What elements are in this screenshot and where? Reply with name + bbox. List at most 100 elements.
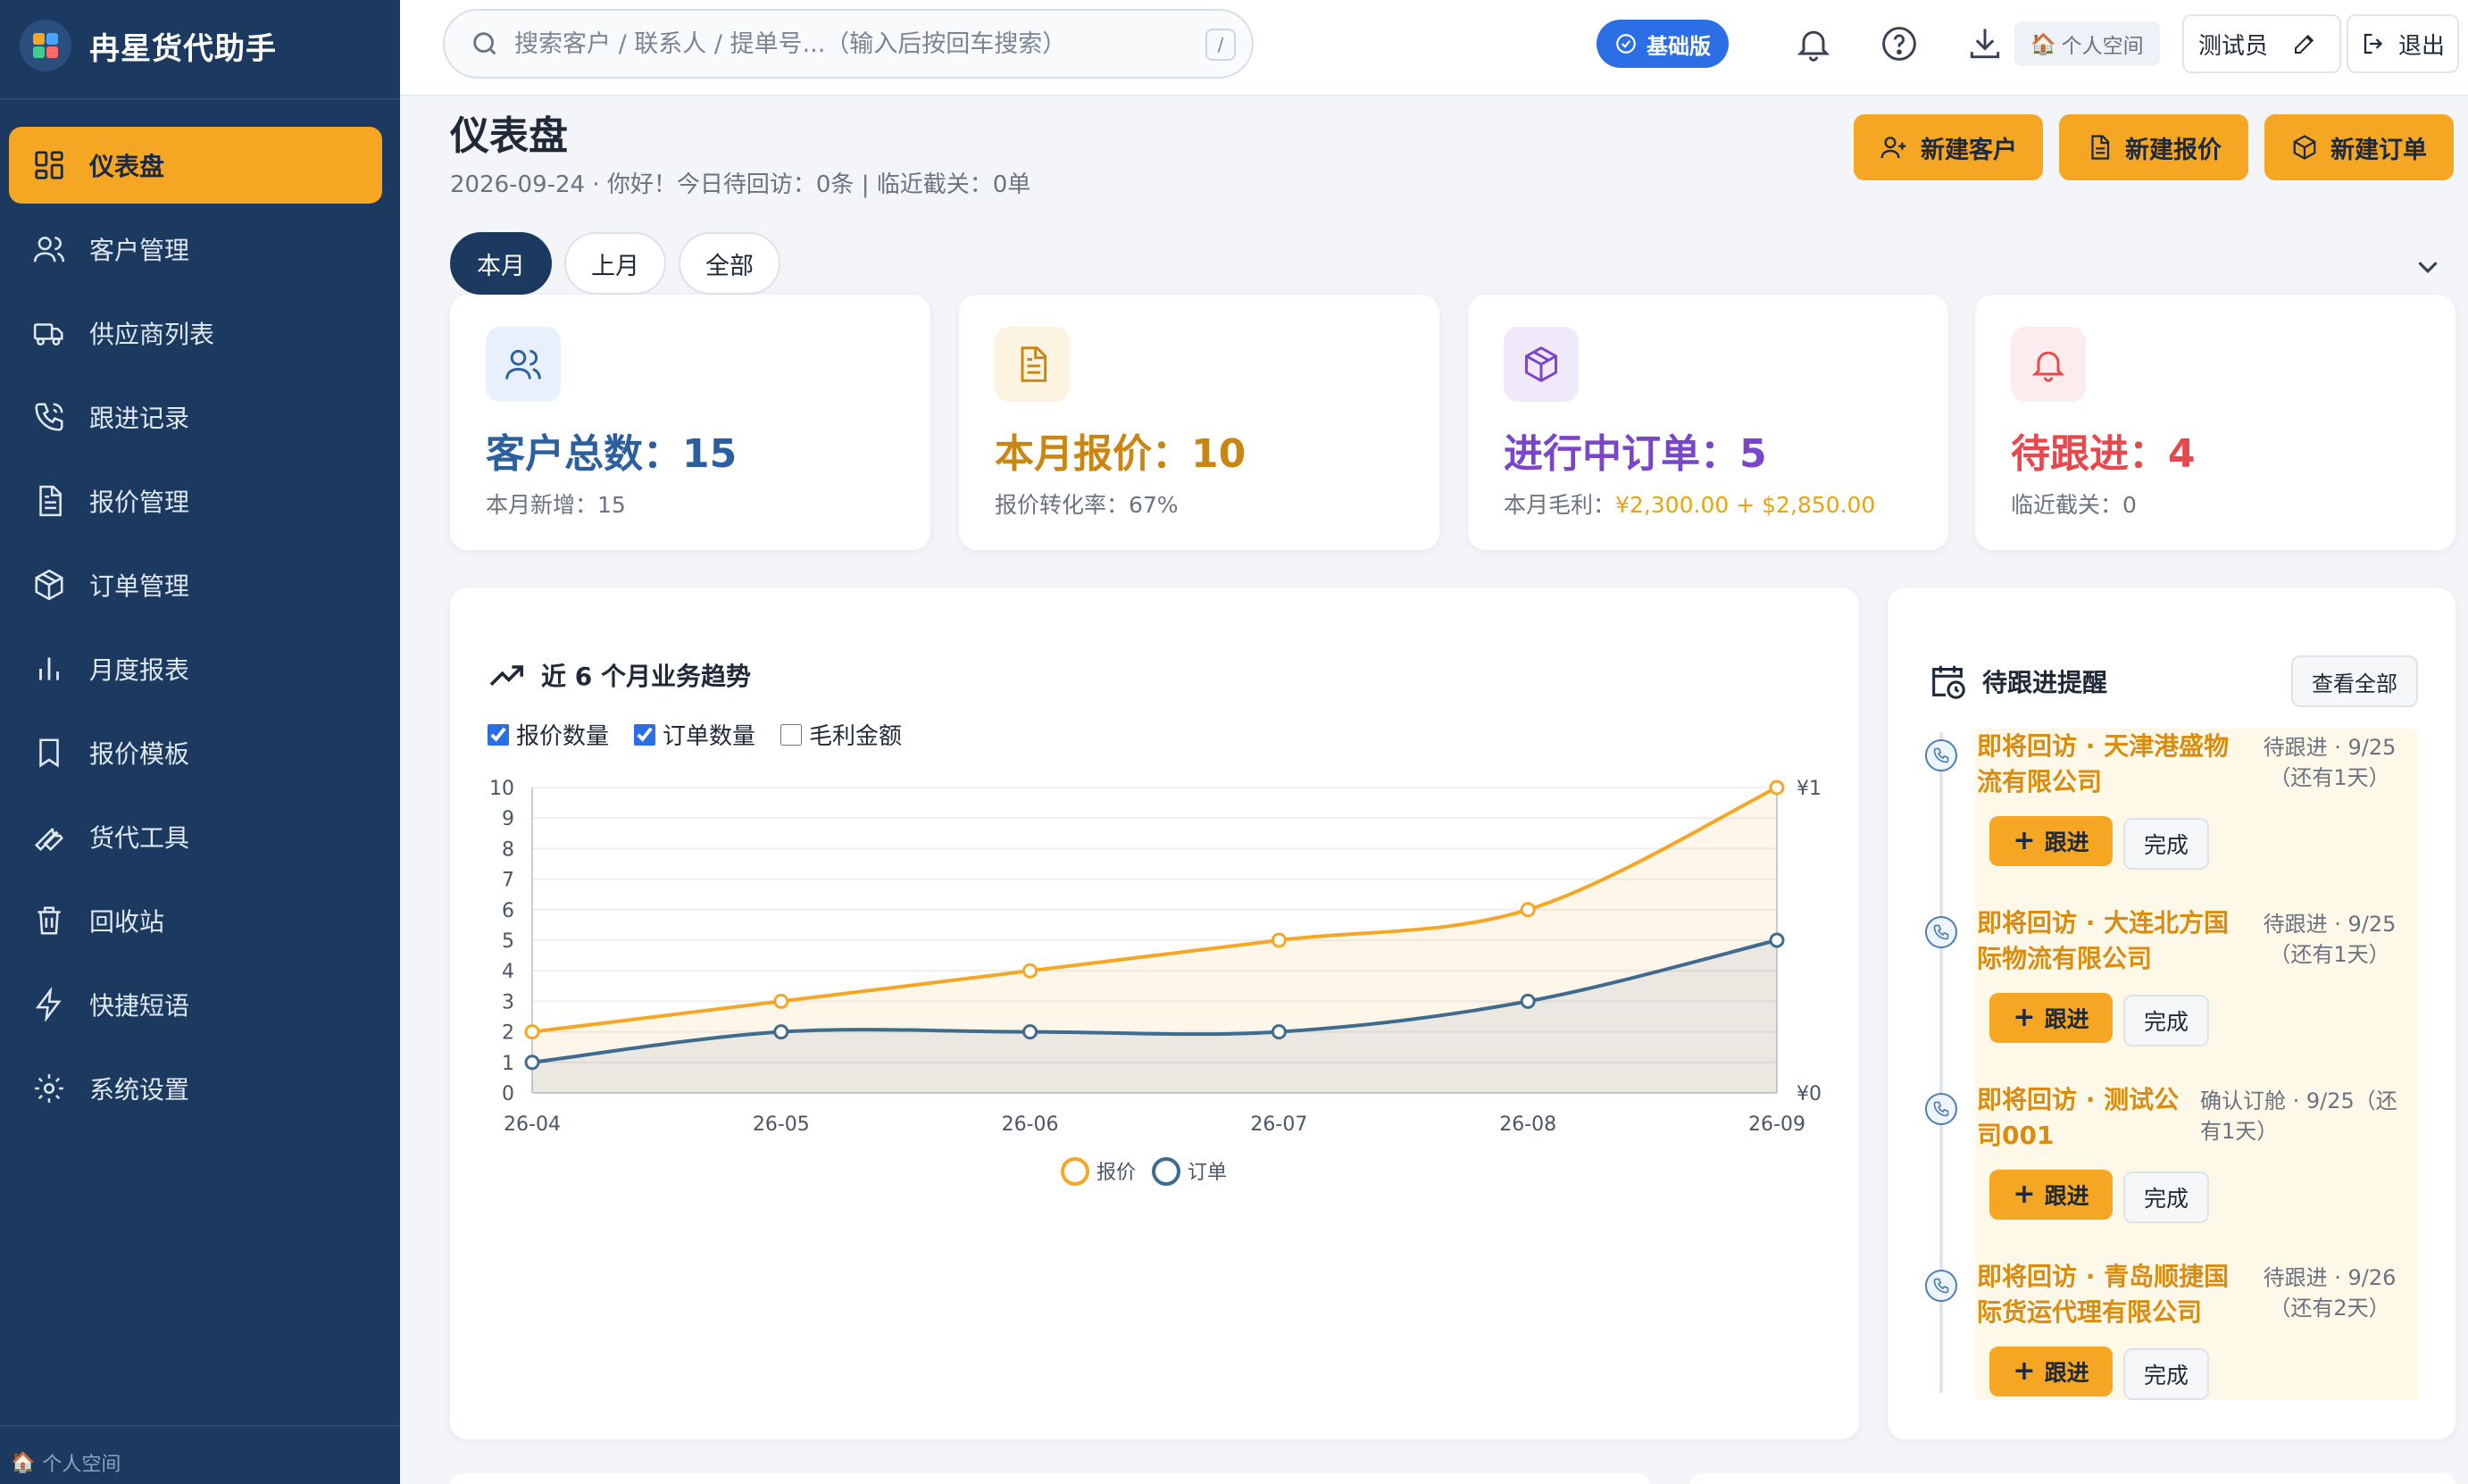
kpi-value: 待跟进：4 <box>2011 431 2196 477</box>
sidebar-item-followups[interactable]: 跟进记录 <box>9 379 382 455</box>
sidebar-item-templates[interactable]: 报价模板 <box>9 714 382 791</box>
view-all-button[interactable]: 查看全部 <box>2291 655 2418 707</box>
kpi-card-customers[interactable]: 客户总数：15 本月新增：15 <box>450 295 930 550</box>
reminder-status: 待跟进 · 9/25（还有1天） <box>2263 912 2397 967</box>
follow-up-button[interactable]: + 跟进 <box>1989 1170 2113 1220</box>
kpi-value: 客户总数：15 <box>486 431 738 477</box>
next-card-edge <box>450 1473 1650 1484</box>
pencil-icon[interactable] <box>2291 30 2318 57</box>
kpi-sub: 本月新增：15 <box>486 492 626 518</box>
bar-chart-icon <box>39 657 59 680</box>
data-point <box>1520 902 1536 918</box>
sidebar-item-settings[interactable]: 系统设置 <box>9 1050 382 1127</box>
kpi-card-quotes[interactable]: 本月报价：10 报价转化率：67% <box>959 295 1439 550</box>
x-tick-label: 26-07 <box>1250 1113 1307 1136</box>
complete-button[interactable]: 完成 <box>2123 1348 2209 1400</box>
sidebar-item-trash[interactable]: 回收站 <box>9 882 382 959</box>
complete-button[interactable]: 完成 <box>2123 818 2209 870</box>
phone-icon <box>1925 1270 1957 1302</box>
x-tick-label: 26-09 <box>1748 1113 1805 1136</box>
new-quote-button[interactable]: 新建报价 <box>2059 114 2248 180</box>
help-icon <box>1882 27 1916 61</box>
kpi-card-orders[interactable]: 进行中订单：5 本月毛利：¥2,300.00 + $2,850.00 <box>1468 295 1948 550</box>
reminder-name[interactable]: 即将回访 · 天津港盛物流有限公司 <box>1977 729 2236 800</box>
y2-tick-label: ¥1 <box>1797 778 1822 800</box>
wrench-icon <box>34 828 63 852</box>
divider <box>0 1425 400 1427</box>
trash-icon <box>38 906 61 935</box>
reminder-status: 确认订舱 · 9/25（还有1天） <box>2200 1088 2397 1144</box>
user-plus-icon <box>1880 137 1906 159</box>
page-subtitle: 2026-09-24 · 你好！今日待回访：0条 | 临近截关：0单 <box>450 171 1031 198</box>
complete-button[interactable]: 完成 <box>2123 1171 2209 1223</box>
new-customer-button[interactable]: 新建客户 <box>1854 114 2043 180</box>
y-tick-label: 10 <box>489 778 514 800</box>
bookmark-icon <box>39 738 59 768</box>
sidebar-item-phrases[interactable]: 快捷短语 <box>9 966 382 1043</box>
help-button[interactable] <box>1877 21 1922 66</box>
sidebar-item-quotes[interactable]: 报价管理 <box>9 463 382 539</box>
kpi-sub-highlight: ¥2,300.00 + $2,850.00 <box>1615 492 1876 518</box>
calendar-clock-icon <box>1932 665 1965 699</box>
sidebar-item-suppliers[interactable]: 供应商列表 <box>9 295 382 371</box>
gear-icon <box>35 1074 63 1103</box>
sidebar-item-label: 快捷短语 <box>89 991 190 1021</box>
sidebar-item-monthly-report[interactable]: 月度报表 <box>9 630 382 707</box>
sidebar-footer-space[interactable]: 🏠 个人空间 <box>11 1448 121 1477</box>
search-input[interactable] <box>514 29 1211 58</box>
user-box[interactable]: 测试员 <box>2182 14 2341 73</box>
bell-icon <box>1797 30 1830 62</box>
bolt-icon <box>35 988 62 1021</box>
new-order-label: 新建订单 <box>2330 136 2427 164</box>
reminder-name[interactable]: 即将回访 · 青岛顺捷国际货运代理有限公司 <box>1977 1259 2236 1330</box>
download-icon <box>1970 29 2000 59</box>
search-icon <box>473 32 496 55</box>
tab-last-month[interactable]: 上月 <box>564 232 666 295</box>
data-point <box>773 993 789 1009</box>
follow-up-label: 跟进 <box>2044 1006 2089 1032</box>
bell-icon <box>2011 327 2086 402</box>
complete-button[interactable]: 完成 <box>2123 995 2209 1046</box>
reminder-status: 待跟进 · 9/26（还有2天） <box>2263 1265 2397 1321</box>
follow-up-button[interactable]: + 跟进 <box>1989 816 2113 866</box>
tab-all[interactable]: 全部 <box>679 232 780 295</box>
new-order-button[interactable]: 新建订单 <box>2264 114 2454 180</box>
kpi-value: 进行中订单：5 <box>1504 431 1767 477</box>
sidebar-item-customers[interactable]: 客户管理 <box>9 211 382 288</box>
reminder-name[interactable]: 即将回访 · 测试公司001 <box>1977 1082 2191 1154</box>
logout-button[interactable]: 退出 <box>2347 14 2459 73</box>
sidebar-item-tools[interactable]: 货代工具 <box>9 798 382 875</box>
chevron-down-icon[interactable] <box>2411 250 2445 284</box>
y-tick-label: 4 <box>502 961 514 983</box>
legend-label: 订单 <box>1188 1162 1227 1184</box>
reminder-item: 即将回访 · 青岛顺捷国际货运代理有限公司 待跟进 · 9/26（还有2天） +… <box>1888 1259 2455 1438</box>
sidebar-item-orders[interactable]: 订单管理 <box>9 546 382 623</box>
x-tick-label: 26-05 <box>753 1113 810 1136</box>
follow-up-button[interactable]: + 跟进 <box>1989 993 2113 1043</box>
box-icon <box>2293 135 2316 160</box>
y-tick-label: 1 <box>502 1053 514 1075</box>
brand[interactable]: 冉星货代助手 <box>20 16 277 75</box>
sidebar-item-label: 客户管理 <box>89 236 190 265</box>
data-point <box>1520 993 1536 1009</box>
tab-this-month[interactable]: 本月 <box>450 232 552 295</box>
follow-up-button[interactable]: + 跟进 <box>1989 1346 2113 1396</box>
reminder-item: 即将回访 · 天津港盛物流有限公司 待跟进 · 9/25（还有1天） + 跟进 完… <box>1888 729 2455 907</box>
new-quote-label: 新建报价 <box>2125 136 2222 164</box>
notifications-button[interactable] <box>1791 21 1836 66</box>
personal-space-label: 个人空间 <box>2061 35 2144 58</box>
reminder-title: 待跟进提醒 <box>1927 661 2107 702</box>
search-shortcut-hint: / <box>1205 29 1236 61</box>
download-button[interactable] <box>1963 21 2007 66</box>
plan-badge[interactable]: 基础版 <box>1597 20 1729 68</box>
plus-icon: + <box>2013 825 2036 856</box>
kpi-card-pending[interactable]: 待跟进：4 临近截关：0 <box>1975 295 2455 550</box>
data-point <box>1769 780 1785 796</box>
y-tick-label: 3 <box>502 991 514 1013</box>
kpi-sub: 临近截关：0 <box>2011 492 2137 518</box>
personal-space-chip[interactable]: 🏠 个人空间 <box>2014 21 2160 66</box>
sidebar-item-dashboard[interactable]: 仪表盘 <box>9 127 382 204</box>
reminder-item: 即将回访 · 测试公司001 确认订舱 · 9/25（还有1天） + 跟进 完成 <box>1888 1082 2455 1261</box>
y-tick-label: 8 <box>502 838 514 861</box>
reminder-name[interactable]: 即将回访 · 大连北方国际物流有限公司 <box>1977 905 2236 977</box>
